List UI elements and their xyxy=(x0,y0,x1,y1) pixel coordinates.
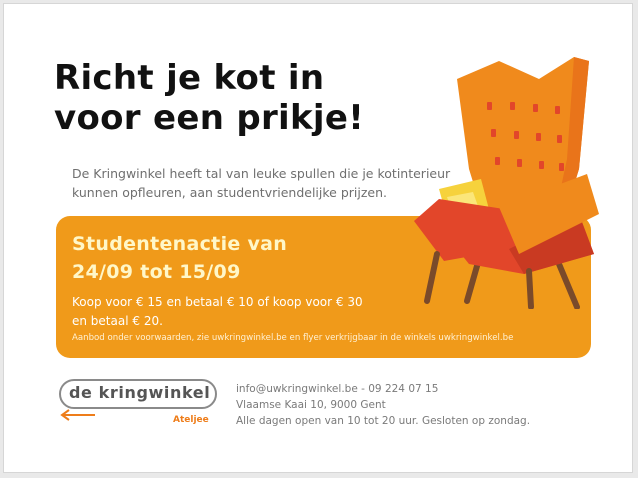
headline-line-1: Richt je kot in xyxy=(54,58,325,98)
chair-leg-back-right xyxy=(556,261,580,309)
headline: Richt je kot in voor een prikje! xyxy=(54,58,414,138)
kringwinkel-logo: de kringwinkel Ateljee xyxy=(59,379,219,429)
intro-line-2: kunnen opfleuren, aan studentvriendelijk… xyxy=(72,185,387,200)
promo-title: Studentenactie van 24/09 tot 15/09 xyxy=(72,230,287,286)
contact-address: Vlaamse Kaai 10, 9000 Gent xyxy=(236,399,386,411)
armchair-illustration xyxy=(414,57,599,309)
contact-info: info@uwkringwinkel.be - 09 224 07 15 Vla… xyxy=(236,381,530,429)
promo-title-line-2: 24/09 tot 15/09 xyxy=(72,261,241,283)
contact-opening-hours: Alle dagen open van 10 tot 20 uur. Geslo… xyxy=(236,415,531,427)
arrow-left-icon xyxy=(60,409,95,421)
chair-leg-front-right xyxy=(526,268,534,309)
headline-line-2: voor een prikje! xyxy=(54,98,365,138)
chair-leg-front-left xyxy=(424,251,440,304)
promo-title-line-1: Studentenactie van xyxy=(72,233,288,255)
promo-conditions-note: Aanbod onder voorwaarden, zie uwkringwin… xyxy=(72,333,514,343)
logo-subtitle: Ateljee xyxy=(173,415,209,425)
promo-offer-line-2: en betaal € 20. xyxy=(72,314,163,328)
promo-offer-line-1: Koop voor € 15 en betaal € 10 of koop vo… xyxy=(72,295,363,309)
intro-line-1: De Kringwinkel heeft tal van leuke spull… xyxy=(72,166,451,181)
flyer-card: Richt je kot in voor een prikje! De Krin… xyxy=(3,3,633,473)
logo-name: de kringwinkel xyxy=(69,383,211,402)
promo-offer-text: Koop voor € 15 en betaal € 10 of koop vo… xyxy=(72,293,363,331)
intro-text: De Kringwinkel heeft tal van leuke spull… xyxy=(72,164,452,202)
contact-email-phone: info@uwkringwinkel.be - 09 224 07 15 xyxy=(236,383,439,395)
